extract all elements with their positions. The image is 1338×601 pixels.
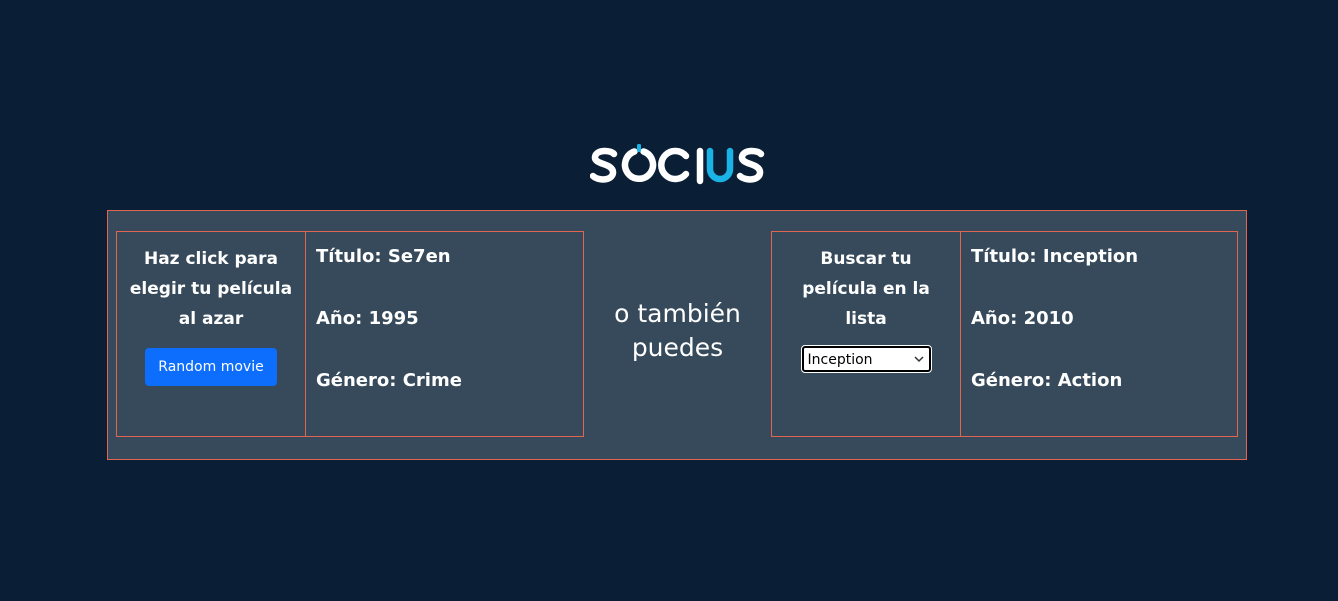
socius-logo-image (590, 144, 765, 185)
random-movie-info: Título: Se7en Año: 1995 Género: Crime (306, 232, 583, 436)
movie-year: Año: 1995 (316, 308, 419, 329)
movie-genre: Género: Action (971, 370, 1123, 391)
search-panel: Buscar tu película en la lista Inception… (771, 231, 1238, 437)
main-card: Haz click para elegir tu película al aza… (107, 210, 1247, 460)
selected-movie-info: Título: Inception Año: 2010 Género: Acti… (961, 232, 1237, 436)
random-action-cell: Haz click para elegir tu película al aza… (117, 232, 306, 436)
socius-logo (590, 143, 766, 187)
movie-genre: Género: Crime (316, 370, 462, 391)
random-movie-button[interactable]: Random movie (145, 348, 277, 386)
movie-year: Año: 2010 (971, 308, 1074, 329)
movie-select-value: Inception (807, 352, 873, 368)
movie-select[interactable]: Inception (800, 345, 932, 373)
search-prompt: Buscar tu película en la lista (802, 249, 930, 329)
movie-title: Título: Se7en (316, 246, 451, 267)
random-panel: Haz click para elegir tu película al aza… (116, 231, 584, 437)
random-prompt: Haz click para elegir tu película al aza… (129, 249, 293, 329)
chevron-down-icon (913, 356, 924, 363)
search-action-cell: Buscar tu película en la lista Inception (772, 232, 961, 436)
movie-title: Título: Inception (971, 246, 1139, 267)
middle-text: o también puedes (614, 299, 741, 362)
